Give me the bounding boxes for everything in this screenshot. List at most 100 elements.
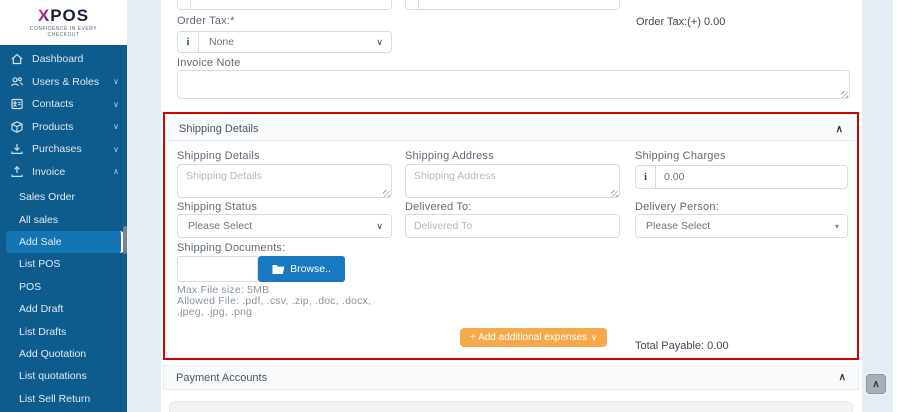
chevron-down-icon: ∨ [591, 333, 597, 342]
delivery-person-select[interactable]: Please Select ▾ [635, 214, 848, 238]
invoice-note-input[interactable] [177, 70, 850, 99]
delivery-person-value: Please Select [646, 220, 711, 232]
invoice-note-label: Invoice Note [177, 57, 241, 69]
brand-tagline: CONFIDENCE IN EVERY CHECKOUT [29, 25, 98, 39]
sidebar-item-list-quotations[interactable]: List quotations [0, 365, 127, 387]
total-payable-text: Total Payable: 0.00 [635, 340, 729, 352]
scroll-to-top-button[interactable]: ∧ [866, 374, 886, 394]
delivered-to-input[interactable] [405, 214, 620, 238]
sub-item-label: Add Quotation [19, 347, 87, 360]
window-edge [893, 0, 897, 412]
sidebar-item-list-pos[interactable]: List POS [0, 253, 127, 275]
sub-item-label: List Sell Return [19, 392, 91, 405]
shipping-status-value: Please Select [188, 220, 253, 232]
shipping-status-select[interactable]: Please Select ∨ [177, 214, 392, 238]
resize-handle[interactable] [611, 190, 618, 197]
order-tax-select[interactable]: i None ∨ [177, 31, 392, 53]
shipping-status-label: Shipping Status [177, 201, 258, 213]
sidebar-item-label: Users & Roles [32, 75, 100, 88]
sidebar-item-products[interactable]: Products ∨ [0, 116, 127, 139]
shipping-details-input[interactable] [177, 164, 392, 198]
sidebar: Dashboard Users & Roles ∨ Contacts ∨ Pro… [0, 0, 127, 412]
sub-item-label: All sales [19, 213, 59, 226]
app-logo[interactable]: XPOS CONFIDENCE IN EVERY CHECKOUT [0, 0, 127, 45]
sidebar-item-contacts[interactable]: Contacts ∨ [0, 93, 127, 116]
shipping-section-header[interactable]: Shipping Details ∧ [167, 118, 855, 141]
sidebar-item-label: Purchases [32, 143, 82, 156]
chevron-down-icon: ∨ [113, 77, 119, 87]
shipping-address-input[interactable] [405, 164, 620, 198]
order-tax-label: Order Tax:* [177, 15, 235, 27]
chevron-down-icon: ∨ [376, 36, 383, 47]
shipping-address-label: Shipping Address [405, 150, 494, 162]
payment-accounts-title: Payment Accounts [176, 371, 268, 384]
sidebar-item-label: Dashboard [32, 53, 84, 66]
sidebar-item-invoice[interactable]: Invoice ∧ [0, 161, 127, 184]
info-icon[interactable]: i [636, 166, 656, 188]
annotation-red-box: Shipping Details ∧ Shipping Details Ship… [163, 112, 859, 360]
chevron-down-icon: ∨ [113, 122, 119, 132]
sidebar-item-users-roles[interactable]: Users & Roles ∨ [0, 71, 127, 94]
partial-input-group-right[interactable] [405, 0, 620, 10]
sub-item-label: Add Draft [19, 303, 64, 316]
invoice-submenu: Sales Order All sales Add Sale List POS … [0, 186, 127, 410]
sidebar-item-list-sell-return[interactable]: List Sell Return [0, 388, 127, 410]
upload-icon [11, 165, 23, 177]
shipping-details-label: Shipping Details [177, 150, 260, 162]
sidebar-item-all-sales[interactable]: All sales [0, 208, 127, 230]
chevron-down-icon: ∨ [113, 99, 119, 109]
folder-icon [272, 264, 285, 274]
order-tax-summary: Order Tax:(+) 0.00 [636, 16, 726, 28]
sidebar-item-purchases[interactable]: Purchases ∨ [0, 138, 127, 161]
shipping-charges-label: Shipping Charges [635, 150, 726, 162]
sidebar-item-label: Invoice [32, 165, 66, 178]
resize-handle[interactable] [383, 190, 390, 197]
sub-item-label: List POS [19, 258, 61, 271]
sidebar-item-label: Contacts [32, 98, 74, 111]
brand-text: XPOS [37, 5, 90, 25]
resize-handle[interactable] [841, 91, 848, 98]
form-card: Order Tax:* i None ∨ Order Tax:(+) 0.00 … [161, 0, 862, 412]
sidebar-item-label: Products [32, 120, 74, 133]
browse-button-label: Browse.. [290, 263, 331, 275]
sub-item-label: List quotations [19, 370, 87, 383]
info-icon[interactable]: i [178, 32, 199, 52]
download-icon [11, 144, 23, 155]
sidebar-item-pos[interactable]: POS [0, 276, 127, 298]
sidebar-item-sales-order[interactable]: Sales Order [0, 186, 127, 208]
contacts-icon [11, 99, 23, 110]
sub-item-label: Sales Order [19, 191, 76, 204]
add-additional-expenses-button[interactable]: + Add additional expenses ∨ [460, 328, 607, 347]
input-prefix [406, 0, 419, 9]
chevron-up-icon[interactable]: ∧ [839, 372, 846, 383]
next-section-bar [169, 401, 853, 412]
shipping-section-title: Shipping Details [179, 123, 259, 135]
chevron-up-icon[interactable]: ∧ [836, 124, 843, 135]
payment-accounts-header[interactable]: Payment Accounts ∧ [163, 365, 859, 390]
browse-button[interactable]: Browse.. [258, 256, 345, 282]
input-prefix [178, 0, 191, 9]
add-expenses-label: + Add additional expenses [470, 332, 588, 343]
delivery-person-label: Delivery Person: [635, 201, 719, 213]
delivered-to-label: Delivered To: [405, 201, 472, 213]
shipping-documents-label: Shipping Documents: [177, 242, 286, 254]
shipping-charges-input[interactable] [656, 166, 847, 188]
sidebar-item-add-quotation[interactable]: Add Quotation [0, 343, 127, 365]
sidebar-item-list-drafts[interactable]: List Drafts [0, 320, 127, 342]
allowed-files-text-line2: .jpeg, .jpg, .png [177, 306, 253, 318]
sidebar-item-add-draft[interactable]: Add Draft [0, 298, 127, 320]
partial-input-group-left[interactable] [177, 0, 392, 10]
main-area: Order Tax:* i None ∨ Order Tax:(+) 0.00 … [127, 0, 897, 412]
app-window: Dashboard Users & Roles ∨ Contacts ∨ Pro… [0, 0, 897, 412]
chevron-down-icon: ∨ [113, 144, 119, 154]
sidebar-item-add-sale[interactable]: Add Sale [6, 230, 124, 254]
file-input[interactable] [177, 256, 258, 282]
sub-item-label: POS [19, 280, 42, 293]
select-caret-icon: ▾ [834, 221, 839, 231]
order-tax-value: None [209, 36, 235, 48]
chevron-down-icon: ∨ [376, 220, 383, 231]
sub-item-label: List Drafts [19, 325, 67, 338]
sidebar-nav: Dashboard Users & Roles ∨ Contacts ∨ Pro… [0, 48, 127, 183]
sidebar-item-dashboard[interactable]: Dashboard [0, 48, 127, 71]
shipping-charges-group: i [635, 165, 848, 189]
